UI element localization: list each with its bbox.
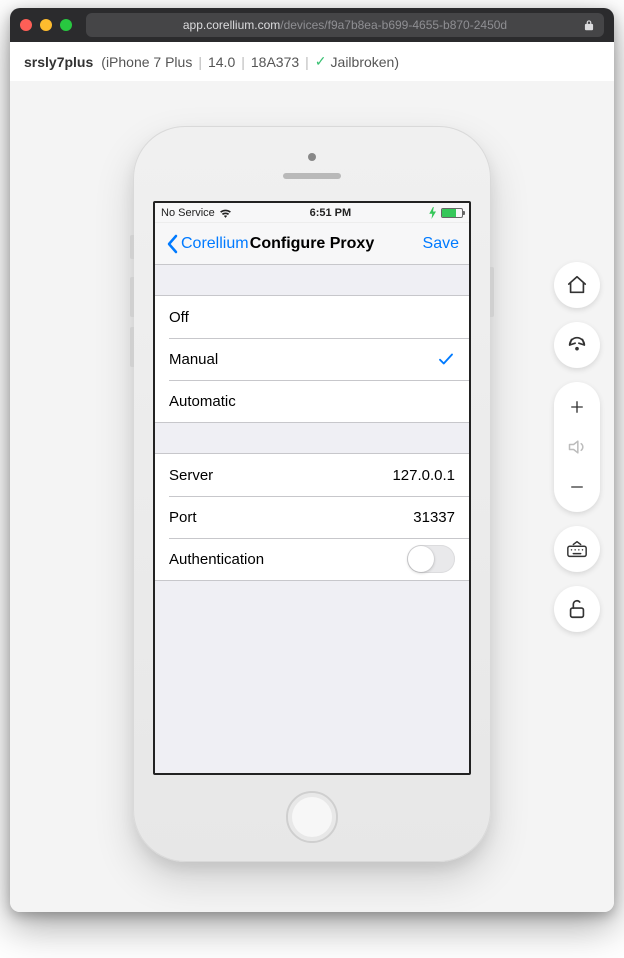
device-stage: No Service 6:51 PM: [10, 82, 614, 912]
maximize-window-button[interactable]: [60, 19, 72, 31]
device-name: srsly7plus: [24, 54, 93, 70]
check-icon: [437, 350, 455, 368]
url-bar[interactable]: app.corellium.com/devices/f9a7b8ea-b699-…: [86, 13, 604, 37]
proxy-mode-manual[interactable]: Manual: [155, 338, 469, 380]
home-action-button[interactable]: [554, 262, 600, 308]
proxy-mode-automatic[interactable]: Automatic: [155, 380, 469, 422]
ios-status-bar: No Service 6:51 PM: [155, 203, 469, 223]
authentication-row: Authentication: [155, 538, 469, 580]
speaker-icon: [567, 437, 587, 457]
back-button[interactable]: Corellium: [165, 234, 249, 254]
keyboard-icon: [566, 538, 588, 560]
rotate-icon: [566, 334, 588, 356]
row-label: Manual: [169, 351, 218, 368]
chevron-left-icon: [165, 234, 179, 254]
row-label: Port: [169, 509, 197, 526]
url-domain: app.corellium.com: [183, 18, 280, 32]
earpiece: [283, 173, 341, 179]
speaker-action[interactable]: [554, 432, 600, 462]
port-row[interactable]: Port 31337: [155, 496, 469, 538]
save-button[interactable]: Save: [423, 235, 459, 253]
proxy-manual-group: Server 127.0.0.1 Port 31337 Authenticati…: [155, 453, 469, 581]
status-time: 6:51 PM: [310, 207, 352, 219]
row-label: Server: [169, 467, 213, 484]
device-model: iPhone 7 Plus: [106, 54, 192, 70]
unlock-icon: [566, 598, 588, 620]
minimize-window-button[interactable]: [40, 19, 52, 31]
phone-frame: No Service 6:51 PM: [133, 126, 491, 862]
url-path: /devices/f9a7b8ea-b699-4655-b870-2450d: [280, 18, 507, 32]
proxy-mode-group: Off Manual Automatic: [155, 295, 469, 423]
check-icon: ✓: [315, 53, 327, 70]
device-build: 18A373: [251, 54, 299, 70]
front-camera: [308, 153, 316, 161]
window-controls: [20, 19, 72, 31]
plus-icon: [568, 398, 586, 416]
port-value: 31337: [413, 509, 455, 526]
keyboard-button[interactable]: [554, 526, 600, 572]
volume-down-button[interactable]: [130, 327, 134, 367]
ios-nav-bar: Corellium Configure Proxy Save: [155, 223, 469, 265]
app-window: app.corellium.com/devices/f9a7b8ea-b699-…: [10, 8, 614, 912]
home-icon: [566, 274, 588, 296]
row-label: Authentication: [169, 551, 264, 568]
charging-icon: [429, 207, 437, 219]
device-screen[interactable]: No Service 6:51 PM: [153, 201, 471, 775]
url-text: app.corellium.com/devices/f9a7b8ea-b699-…: [183, 18, 507, 32]
minus-icon: [568, 478, 586, 496]
lock-icon: [582, 18, 596, 32]
device-header: srsly7plus ( iPhone 7 Plus | 14.0 | 18A3…: [10, 42, 614, 82]
volume-pill: [554, 382, 600, 512]
wifi-icon: [219, 208, 232, 218]
device-status: Jailbroken: [331, 54, 395, 70]
rotate-button[interactable]: [554, 322, 600, 368]
unlock-button[interactable]: [554, 586, 600, 632]
carrier-text: No Service: [161, 207, 215, 219]
server-row[interactable]: Server 127.0.0.1: [155, 454, 469, 496]
mute-switch[interactable]: [130, 235, 134, 259]
server-value: 127.0.0.1: [392, 467, 455, 484]
battery-icon: [441, 208, 463, 218]
back-label: Corellium: [181, 235, 249, 253]
browser-titlebar: app.corellium.com/devices/f9a7b8ea-b699-…: [10, 8, 614, 42]
volume-up-action[interactable]: [554, 392, 600, 422]
page-title: Configure Proxy: [250, 235, 374, 253]
volume-down-action[interactable]: [554, 472, 600, 502]
row-label: Automatic: [169, 393, 236, 410]
power-button[interactable]: [490, 267, 494, 317]
close-window-button[interactable]: [20, 19, 32, 31]
row-label: Off: [169, 309, 189, 326]
authentication-toggle[interactable]: [407, 545, 455, 573]
control-rail: [554, 262, 600, 632]
proxy-mode-off[interactable]: Off: [155, 296, 469, 338]
device-os-version: 14.0: [208, 54, 235, 70]
home-button[interactable]: [286, 791, 338, 843]
volume-up-button[interactable]: [130, 277, 134, 317]
